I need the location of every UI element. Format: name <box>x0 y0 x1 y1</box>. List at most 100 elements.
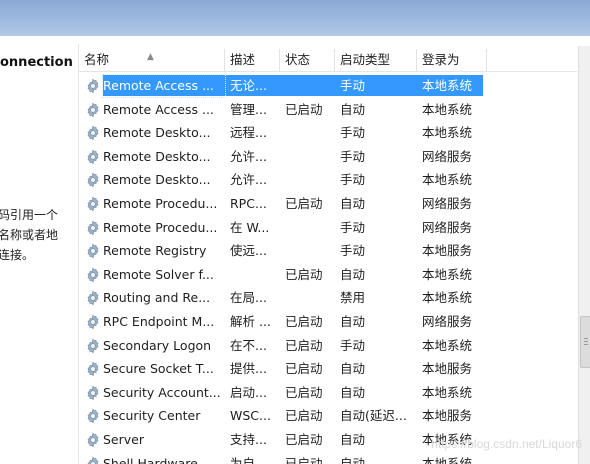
service-row[interactable]: Remote Procedu... 在 W... 手动 网络服务 <box>79 216 577 240</box>
service-startup-type: 手动 <box>340 148 366 164</box>
gear-icon <box>82 404 100 428</box>
gear-icon <box>82 263 100 287</box>
service-startup-type: 自动 <box>340 195 366 211</box>
service-status: 已启动 <box>285 266 323 282</box>
service-logon: 本地系统 <box>422 455 473 464</box>
service-logon: 本地系统 <box>422 101 473 117</box>
service-logon: 本地系统 <box>422 125 473 141</box>
service-status <box>285 286 335 310</box>
column-header-status[interactable]: 状态 <box>280 49 335 71</box>
service-row[interactable]: Remote Access ... 管理... 已启动 自动 本地系统 <box>79 98 577 122</box>
service-status: 已启动 <box>285 361 323 377</box>
column-header-desc[interactable]: 描述 <box>225 49 280 71</box>
gear-icon <box>82 334 100 358</box>
gear-icon <box>82 168 100 192</box>
gear-icon <box>82 381 100 405</box>
service-status <box>285 74 335 98</box>
service-startup-type: 手动 <box>340 243 366 259</box>
service-row[interactable]: Secure Socket T... 提供... 已启动 自动 本地服务 <box>79 357 577 381</box>
service-name: Remote Procedu... <box>103 195 218 211</box>
description-line: 码引用一个 <box>0 208 59 222</box>
gear-icon <box>82 286 100 310</box>
service-startup-type: 自动 <box>340 101 366 117</box>
service-desc: 在不... <box>230 337 267 353</box>
gear-icon <box>82 216 100 240</box>
service-name: Remote Deskto... <box>103 172 211 188</box>
column-header-logon[interactable]: 登录为 <box>417 49 487 71</box>
gear-icon <box>82 357 100 381</box>
service-startup-type: 自动 <box>340 384 366 400</box>
service-row[interactable]: Remote Registry 使远... 手动 本地服务 <box>79 239 577 263</box>
gear-icon <box>82 310 100 334</box>
service-name: Remote Solver f... <box>103 266 214 282</box>
service-status <box>285 145 335 169</box>
service-status: 已启动 <box>285 101 323 117</box>
service-startup-type: 手动 <box>340 125 366 141</box>
service-row[interactable]: Security Center WSC... 已启动 自动(延迟... 本地服务 <box>79 404 577 428</box>
services-list[interactable]: 名称 ▲ 描述 状态 启动类型 登录为 Remote Access ... 无论.… <box>79 49 577 464</box>
service-row[interactable]: Secondary Logon 在不... 已启动 手动 本地系统 <box>79 334 577 358</box>
service-name: Server <box>103 431 144 447</box>
service-row[interactable]: Security Account... 启动... 已启动 自动 本地系统 <box>79 381 577 405</box>
service-startup-type: 自动(延迟... <box>340 408 407 424</box>
service-status: 已启动 <box>285 455 323 464</box>
service-logon: 网络服务 <box>422 195 473 211</box>
service-startup-type: 自动 <box>340 313 366 329</box>
service-desc: 启动... <box>230 384 267 400</box>
service-startup-type: 自动 <box>340 266 366 282</box>
service-name: Remote Access ... <box>102 74 226 98</box>
service-name: Remote Procedu... <box>103 219 218 235</box>
service-startup-type: 禁用 <box>340 290 366 306</box>
service-logon: 本地服务 <box>422 408 473 424</box>
column-header-name-label: 名称 <box>84 52 110 67</box>
description-line: 连接。 <box>0 248 35 262</box>
service-desc: 在局... <box>230 290 267 306</box>
scrollbar-thumb[interactable] <box>580 316 590 368</box>
service-name: RPC Endpoint M... <box>103 313 215 329</box>
service-row[interactable]: Remote Access ... 无论... 手动 本地系统 <box>79 74 577 98</box>
service-logon: 本地系统 <box>422 172 473 188</box>
description-pane: onnection 码引用一个 名称或者地 连接。 <box>0 44 79 464</box>
service-desc: 允许... <box>230 148 267 164</box>
service-name: Secondary Logon <box>103 337 212 353</box>
service-row[interactable]: RPC Endpoint M... 解析 ... 已启动 自动 网络服务 <box>79 310 577 334</box>
gear-icon <box>82 98 100 122</box>
service-row[interactable]: Remote Deskto... 允许... 手动 网络服务 <box>79 145 577 169</box>
service-startup-type: 手动 <box>340 219 366 235</box>
column-header-name[interactable]: 名称 ▲ <box>79 49 225 71</box>
service-row[interactable]: Remote Deskto... 允许... 手动 本地系统 <box>79 168 577 192</box>
column-header-startup[interactable]: 启动类型 <box>335 49 417 71</box>
gear-icon <box>82 192 100 216</box>
service-logon: 本地系统 <box>422 337 473 353</box>
service-logon: 本地系统 <box>422 266 473 282</box>
service-desc: 为自... <box>230 455 267 464</box>
service-desc: 远程... <box>230 125 267 141</box>
service-logon: 本地系统 <box>422 290 473 306</box>
service-status <box>285 239 335 263</box>
gear-icon <box>82 452 100 464</box>
vertical-scrollbar[interactable] <box>578 46 590 464</box>
service-row[interactable]: Remote Deskto... 远程... 手动 本地系统 <box>79 121 577 145</box>
service-row[interactable]: Remote Procedu... RPC... 已启动 自动 网络服务 <box>79 192 577 216</box>
service-startup-type: 自动 <box>340 361 366 377</box>
service-status <box>285 121 335 145</box>
service-logon: 网络服务 <box>422 313 473 329</box>
service-desc: 使远... <box>230 243 267 259</box>
gear-icon <box>82 145 100 169</box>
service-desc <box>230 263 283 287</box>
service-row[interactable]: Routing and Re... 在局... 禁用 本地系统 <box>79 286 577 310</box>
gear-icon <box>82 121 100 145</box>
service-name: Shell Hardware ... <box>103 455 214 464</box>
service-row[interactable]: Shell Hardware ... 为自... 已启动 自动 本地系统 <box>79 452 577 464</box>
service-row[interactable]: Remote Solver f... 已启动 自动 本地系统 <box>79 263 577 287</box>
service-name: Remote Deskto... <box>103 148 211 164</box>
service-desc: RPC... <box>230 195 267 211</box>
service-logon: 网络服务 <box>422 148 473 164</box>
service-startup-type: 自动 <box>340 455 366 464</box>
service-status: 已启动 <box>285 313 323 329</box>
service-description: 码引用一个 名称或者地 连接。 <box>0 205 78 265</box>
service-logon: 本地系统 <box>422 78 473 93</box>
description-line: 名称或者地 <box>0 228 59 242</box>
service-logon: 本地系统 <box>422 384 473 400</box>
service-status <box>285 216 335 240</box>
